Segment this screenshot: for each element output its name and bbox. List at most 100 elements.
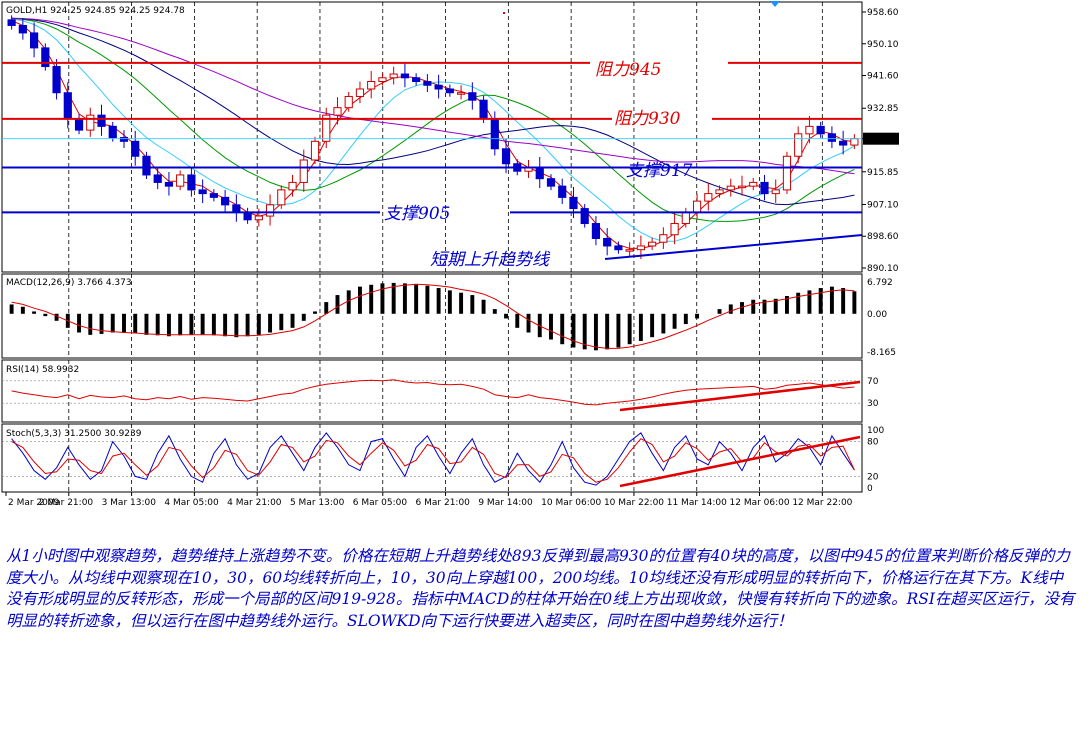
candle-body bbox=[243, 211, 252, 221]
candle-body bbox=[18, 24, 27, 34]
time-tick-label: 2 Mar 21:00 bbox=[39, 498, 94, 508]
chart-svg: 958.60 950.10 941.60 932.85 924.70 915.85 907.… bbox=[1, 1, 899, 508]
time-tick-label: 6 Mar 05:00 bbox=[353, 498, 408, 508]
candle-body bbox=[569, 196, 578, 210]
candle-body bbox=[839, 140, 848, 146]
candle-body bbox=[412, 77, 421, 83]
rsi-tick-label: 30 bbox=[867, 399, 879, 409]
candle-body bbox=[142, 155, 151, 176]
candle-body bbox=[794, 133, 803, 157]
candle-body bbox=[771, 189, 780, 195]
candle-body bbox=[636, 245, 645, 251]
candle-body bbox=[434, 84, 443, 90]
candle-body bbox=[209, 193, 218, 198]
trendline-label: 短期上升趋势线 bbox=[430, 250, 551, 270]
candle-body bbox=[355, 88, 365, 97]
candle-body bbox=[816, 125, 825, 135]
time-tick-label: 4 Mar 05:00 bbox=[164, 498, 219, 508]
time-tick-label: 9 Mar 14:00 bbox=[478, 498, 533, 508]
candle-body bbox=[310, 140, 320, 161]
candle-body bbox=[501, 148, 511, 165]
stoch-tick-label: 100 bbox=[867, 426, 884, 436]
candle-body bbox=[659, 234, 668, 243]
candle-body bbox=[344, 95, 353, 109]
time-axis: 2 Mar 20092 Mar 21:00 3 Mar 13:00 4 Mar 05… bbox=[5, 492, 853, 508]
candle-body bbox=[389, 73, 398, 79]
time-tick-label: 6 Mar 21:00 bbox=[416, 498, 471, 508]
candle-body bbox=[580, 208, 589, 225]
candle-body bbox=[198, 189, 207, 195]
price-panel-frame bbox=[1, 1, 863, 273]
macd-title: MACD(12,26,9) 3.766 4.373 bbox=[6, 278, 132, 288]
time-tick-label: 12 Mar 06:00 bbox=[730, 498, 790, 508]
support-917-label: 支撑917 bbox=[626, 161, 693, 181]
time-tick-label: 11 Mar 14:00 bbox=[667, 498, 727, 508]
price-tick-label: 950.10 bbox=[867, 40, 899, 50]
candle-body bbox=[97, 114, 106, 127]
time-tick-label: 12 Mar 22:00 bbox=[792, 498, 852, 508]
support-905-label: 支撑905 bbox=[384, 204, 450, 224]
candle-body bbox=[479, 99, 488, 120]
candle-body bbox=[288, 181, 297, 191]
candle-body bbox=[221, 196, 230, 206]
candle-body bbox=[400, 73, 410, 79]
candle-body bbox=[468, 92, 477, 101]
candle-body bbox=[378, 77, 387, 83]
candle-body bbox=[760, 181, 769, 195]
candle-body bbox=[63, 92, 72, 120]
candle-body bbox=[726, 185, 735, 191]
stoch-tick-label: 80 bbox=[867, 438, 879, 448]
price-tick-label: 941.60 bbox=[867, 72, 899, 82]
analysis-text: 从1小时图中观察趋势，趋势维持上涨趋势不变。价格在短期上升趋势线处893反弹到最… bbox=[6, 547, 1075, 630]
rsi-panel-frame bbox=[1, 359, 863, 423]
stoch-title: Stoch(5,3,3) 31.2500 30.9239 bbox=[6, 429, 142, 439]
time-tick-label: 4 Mar 21:00 bbox=[227, 498, 282, 508]
rsi-tick-label: 70 bbox=[867, 377, 879, 387]
candle-body bbox=[535, 166, 544, 180]
macd-tick-label: -8.165 bbox=[867, 348, 896, 358]
candle-body bbox=[131, 140, 140, 157]
macd-tick-label: 0.00 bbox=[867, 310, 887, 320]
candle-body bbox=[681, 211, 690, 225]
candle-body bbox=[692, 200, 702, 213]
candle-body bbox=[277, 189, 286, 206]
candle-body bbox=[164, 181, 174, 187]
stoch-tick-label: 20 bbox=[867, 472, 879, 482]
price-tick-label: 907.10 bbox=[867, 200, 899, 210]
candle-body bbox=[749, 181, 758, 187]
candle-body bbox=[625, 249, 634, 252]
time-tick-label: 5 Mar 13:00 bbox=[290, 498, 345, 508]
macd-tick-label: 6.792 bbox=[867, 278, 893, 288]
chart-window: 958.60 950.10 941.60 932.85 924.70 915.85 907.… bbox=[0, 0, 1090, 512]
candle-body bbox=[445, 88, 454, 94]
candle-body bbox=[546, 178, 556, 187]
candle-body bbox=[333, 107, 342, 116]
marker-dot bbox=[503, 12, 505, 14]
candle-body bbox=[670, 223, 679, 236]
rsi-title: RSI(14) 58.9932 bbox=[6, 365, 79, 375]
candle-body bbox=[254, 215, 263, 221]
candle-body bbox=[737, 185, 747, 189]
candle-body bbox=[704, 193, 713, 202]
price-tick-label: 958.60 bbox=[867, 8, 899, 18]
resistance-930-label: 阻力930 bbox=[614, 109, 681, 129]
current-price-label: 924.70 bbox=[866, 135, 898, 145]
candle-body bbox=[614, 245, 623, 251]
candle-body bbox=[119, 137, 129, 142]
candle-body bbox=[108, 125, 117, 139]
candle-body bbox=[648, 241, 657, 247]
symbol-header: GOLD,H1 924.25 924.85 924.25 924.78 bbox=[6, 6, 185, 16]
candle-body bbox=[367, 81, 376, 90]
candle-body bbox=[423, 81, 432, 86]
resistance-945-label: 阻力945 bbox=[595, 60, 661, 80]
price-tick-label: 915.85 bbox=[867, 168, 899, 178]
candle-body bbox=[265, 204, 275, 217]
candle-body bbox=[805, 125, 814, 135]
price-tick-label: 932.85 bbox=[867, 104, 899, 114]
candle-body bbox=[232, 204, 241, 213]
price-tick-label: 890.10 bbox=[867, 264, 899, 274]
candle-body bbox=[187, 174, 196, 191]
candle-body bbox=[591, 223, 601, 239]
candle-body bbox=[490, 118, 499, 150]
candle-body bbox=[153, 174, 162, 183]
